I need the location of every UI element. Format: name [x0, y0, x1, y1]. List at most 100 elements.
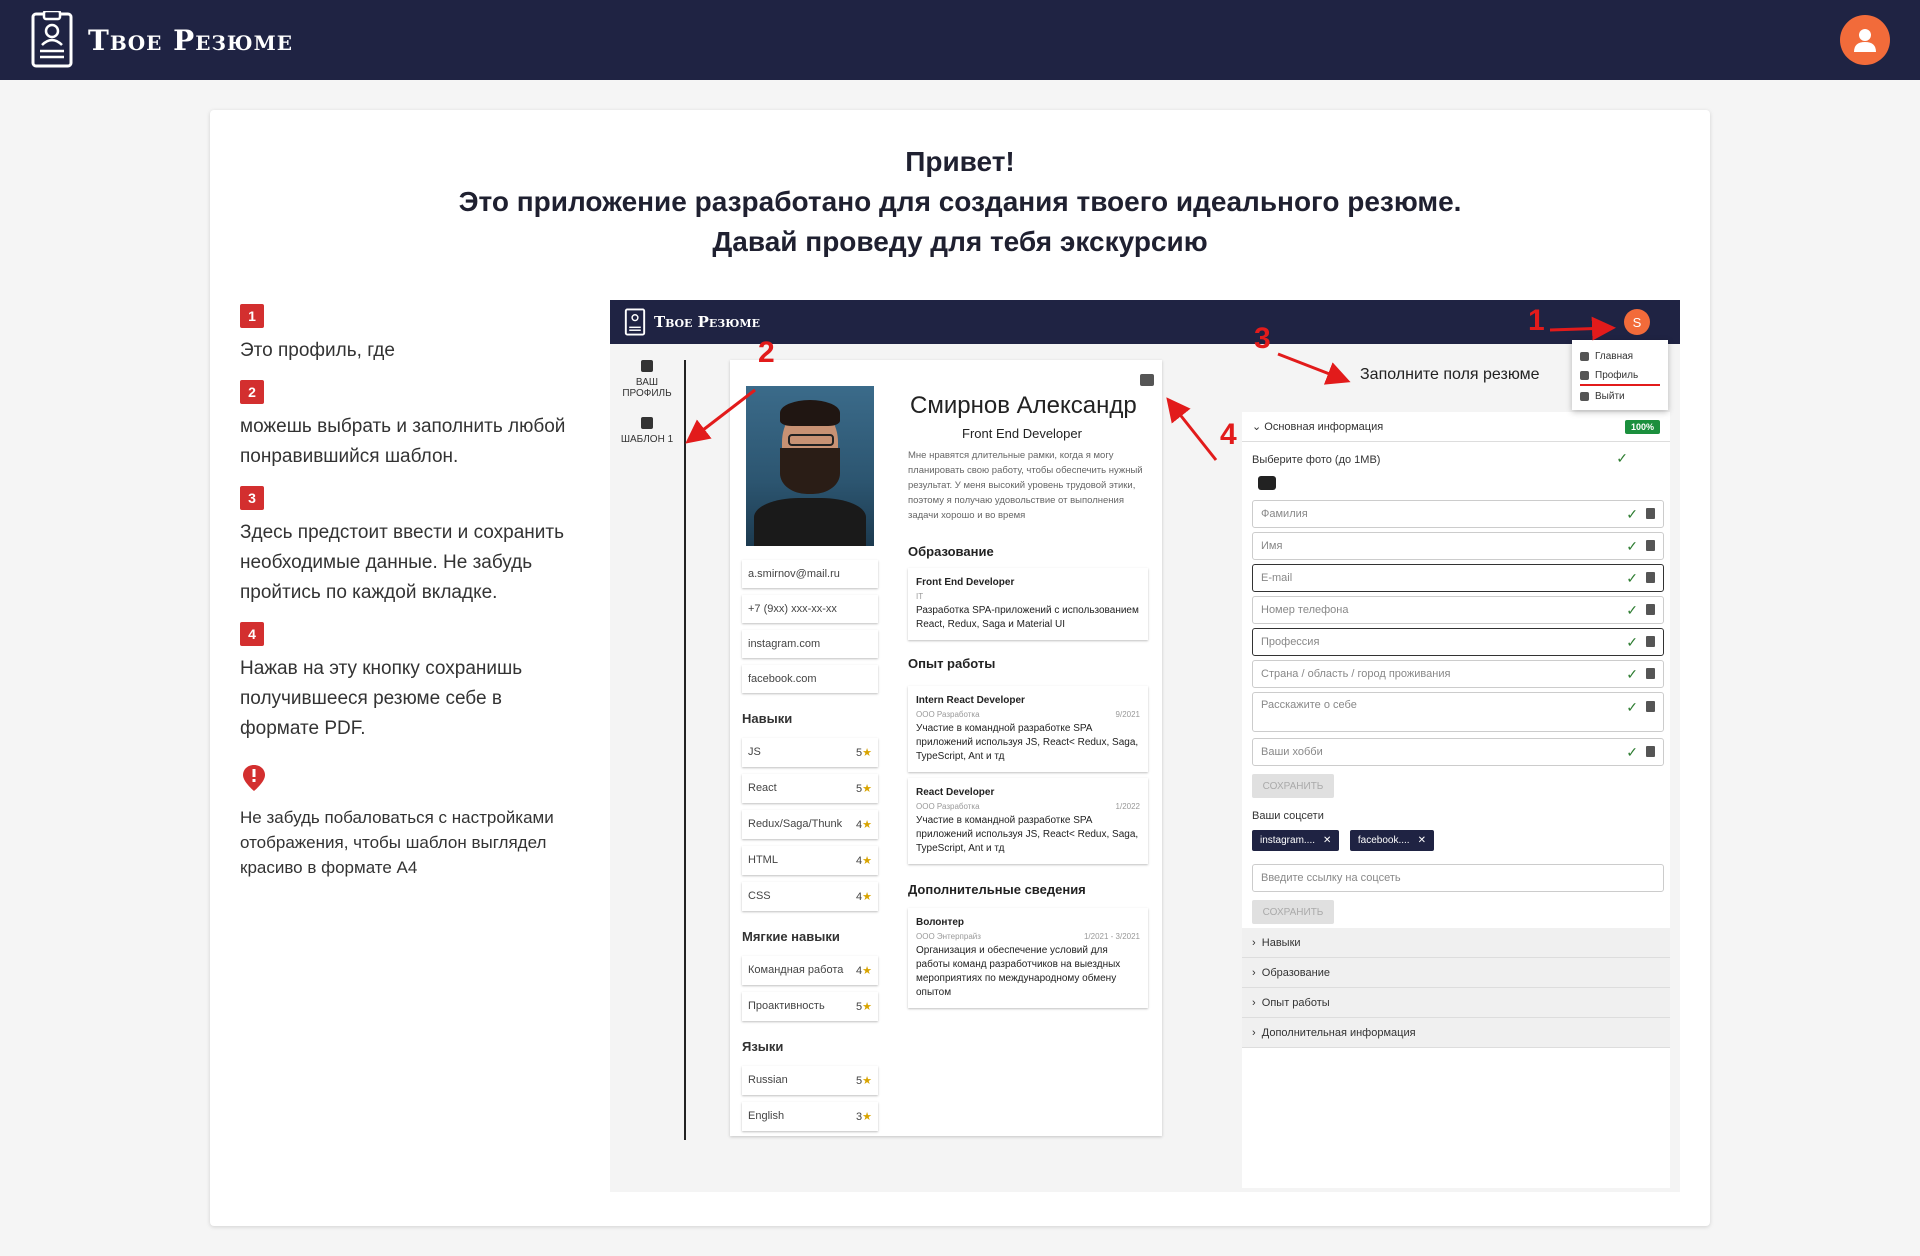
extra-entry: Волонтер ООО Энтерпрайз 1/2021 - 3/2021 О…	[908, 908, 1148, 1008]
language-row: English 3★	[742, 1102, 878, 1131]
step-number-badge: 3	[240, 486, 264, 510]
star-icon: ★	[862, 891, 872, 903]
tour-step: 3 Здесь предстоит ввести и сохранить нео…	[240, 486, 570, 608]
soft-skills-heading: Мягкие навыки	[742, 929, 840, 944]
profession-field: Профессия ✓	[1252, 628, 1664, 656]
resume-logo-icon	[31, 11, 73, 68]
extra-accordion: › Дополнительная информация	[1242, 1018, 1670, 1048]
profile-icon	[641, 360, 653, 372]
tour-card: Привет! Это приложение разработано для с…	[210, 110, 1710, 1226]
contact-item: instagram.com	[742, 630, 878, 658]
resume-bio: Мне нравятся длительные рамки, когда я м…	[908, 450, 1143, 521]
menu-item-profile: Профиль	[1580, 366, 1660, 386]
star-icon: ★	[862, 819, 872, 831]
star-icon: ★	[862, 855, 872, 867]
work-entry: Intern React Developer ООО Разработка 9/2…	[908, 686, 1148, 772]
trash-icon	[1646, 539, 1655, 551]
screenshot-title: Твое Резюме	[654, 313, 760, 331]
resume-photo	[746, 386, 874, 546]
annotation-label: 2	[758, 336, 775, 369]
contact-item: facebook.com	[742, 665, 878, 693]
tour-step: 2 можешь выбрать и заполнить любой понра…	[240, 380, 570, 472]
surname-field: Фамилия ✓	[1252, 500, 1664, 528]
resume-contacts: a.smirnov@mail.ru +7 (9xx) xxx-xx-xx ins…	[742, 560, 878, 1138]
education-entry: Front End Developer IT Разработка SPA-пр…	[908, 568, 1148, 640]
fill-fields-hint: Заполните поля резюме	[1360, 366, 1540, 383]
app-title: Твое Резюме	[88, 23, 294, 57]
resume-form: ⌄ Основная информация 100% Выберите фото…	[1242, 412, 1670, 1188]
app-screenshot: Твое Резюме S ВАШ ПРОФИЛЬ ШАБЛОН 1 a.smi…	[610, 300, 1680, 1192]
about-field: Расскажите о себе ✓	[1252, 692, 1664, 732]
sidebar-item-label: ШАБЛОН 1	[620, 434, 674, 445]
menu-item-home: Главная	[1580, 346, 1660, 366]
user-avatar-button[interactable]	[1840, 15, 1890, 65]
trash-icon	[1646, 635, 1655, 647]
skills-accordion: › Навыки	[1242, 928, 1670, 958]
location-field: Страна / область / город проживания ✓	[1252, 660, 1664, 688]
skill-row: JS 5★	[742, 738, 878, 767]
print-icon	[1140, 374, 1154, 386]
star-icon: ★	[862, 1111, 872, 1123]
education-accordion: › Образование	[1242, 958, 1670, 988]
close-icon: ✕	[1417, 835, 1426, 846]
trash-icon	[1646, 701, 1655, 712]
email-field: E-mail ✓	[1252, 564, 1664, 592]
skill-row: HTML 4★	[742, 846, 878, 875]
star-icon: ★	[862, 965, 872, 977]
name-field: Имя ✓	[1252, 532, 1664, 560]
star-icon: ★	[862, 783, 872, 795]
skill-row: React 5★	[742, 774, 878, 803]
camera-icon	[1258, 476, 1276, 490]
menu-item-logout: Выйти	[1580, 386, 1660, 406]
work-entry: React Developer ООО Разработка 1/2022 Уча…	[908, 778, 1148, 864]
annotation-label: 4	[1220, 418, 1237, 451]
step-text: Здесь предстоит ввести и сохранить необх…	[240, 522, 564, 603]
step-number-badge: 2	[240, 380, 264, 404]
star-icon: ★	[862, 1075, 872, 1087]
step-number-badge: 4	[240, 622, 264, 646]
step-text: можешь выбрать и заполнить любой понрави…	[240, 416, 566, 467]
check-icon: ✓	[1616, 450, 1628, 466]
annotation-label: 1	[1528, 304, 1545, 337]
soft-skill-row: Командная работа 4★	[742, 956, 878, 985]
screenshot-brand: Твое Резюме	[624, 308, 760, 336]
tour-step: 4 Нажав на эту кнопку сохранишь получивш…	[240, 622, 570, 744]
note-text: Не забудь побаловаться с настройками ото…	[240, 808, 554, 877]
trash-icon	[1646, 507, 1655, 519]
location-alert-icon	[243, 765, 265, 791]
social-heading: Ваши соцсети	[1252, 810, 1324, 822]
trash-icon	[1646, 571, 1655, 583]
screenshot-avatar: S	[1624, 309, 1650, 335]
social-chip: facebook.... ✕	[1349, 830, 1434, 851]
basic-info-accordion: ⌄ Основная информация 100%	[1242, 412, 1670, 442]
greeting-line-1: Привет!	[905, 146, 1015, 177]
greeting-line-2: Это приложение разработано для создания …	[458, 186, 1462, 217]
annotation-label: 3	[1254, 322, 1271, 355]
social-chip: instagram.... ✕	[1252, 830, 1340, 851]
social-link-field: Введите ссылку на соцсеть	[1252, 864, 1664, 892]
soft-skill-row: Проактивность 5★	[742, 992, 878, 1021]
contact-item: +7 (9xx) xxx-xx-xx	[742, 595, 878, 623]
completion-badge: 100%	[1624, 419, 1660, 434]
work-heading: Опыт работы	[908, 656, 996, 671]
app-brand[interactable]: Твое Резюме	[30, 11, 293, 69]
skill-row: Redux/Saga/Thunk 4★	[742, 810, 878, 839]
skills-heading: Навыки	[742, 711, 793, 726]
phone-field: Номер телефона ✓	[1252, 596, 1664, 624]
sidebar-item-profile: ВАШ ПРОФИЛЬ	[610, 360, 684, 399]
step-text: Нажав на эту кнопку сохранишь получившее…	[240, 658, 523, 739]
step-text: Это профиль, где	[240, 340, 395, 361]
user-icon	[1854, 29, 1876, 52]
template-icon	[641, 417, 653, 429]
user-menu: Главная Профиль Выйти	[1572, 340, 1668, 410]
resume-name: Смирнов Александр	[910, 392, 1137, 419]
resume-position: Front End Developer	[962, 426, 1082, 441]
home-icon	[1580, 351, 1589, 361]
sidebar-item-label: ВАШ ПРОФИЛЬ	[622, 377, 672, 399]
resume-preview: a.smirnov@mail.ru +7 (9xx) xxx-xx-xx ins…	[730, 360, 1162, 1136]
hobby-field: Ваши хобби ✓	[1252, 738, 1664, 766]
resume-logo-icon	[624, 308, 646, 336]
work-accordion: › Опыт работы	[1242, 988, 1670, 1018]
profile-icon	[1580, 370, 1589, 380]
save-button: СОХРАНИТЬ	[1252, 774, 1334, 798]
